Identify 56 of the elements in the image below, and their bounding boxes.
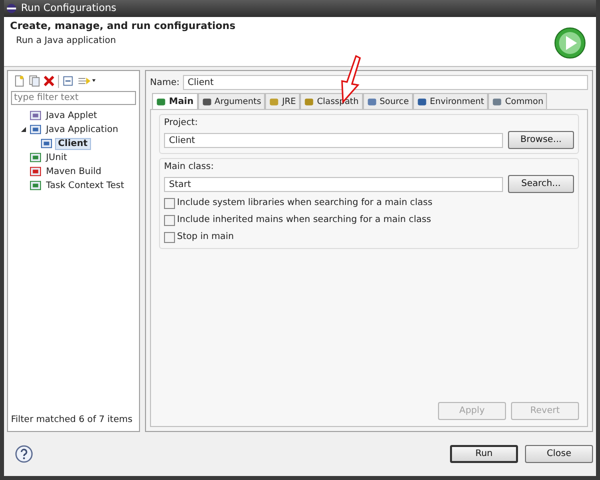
tab-icon <box>202 96 212 106</box>
main-class-field[interactable]: Start <box>164 176 503 192</box>
tab-icon <box>156 96 166 106</box>
checkbox[interactable] <box>164 232 175 242</box>
configuration-type-icon <box>30 124 41 135</box>
project-field[interactable]: Client <box>164 132 503 148</box>
tab-icon <box>304 96 314 106</box>
tree-item[interactable]: Maven Build <box>44 166 104 176</box>
dialog-subtitle: Run a Java application <box>15 36 118 46</box>
tab-icon <box>269 96 280 106</box>
tree-item[interactable]: JUnit <box>44 152 69 162</box>
window-title: Run Configurations <box>21 3 116 14</box>
tab[interactable]: Source <box>362 93 413 109</box>
filter-icon[interactable] <box>77 75 97 87</box>
configuration-type-icon <box>30 110 41 121</box>
tree-item[interactable]: Java Applet <box>44 110 100 120</box>
dialog-button[interactable]: Close <box>525 445 593 463</box>
tab-icon <box>416 96 427 106</box>
name-label: Name: <box>150 78 180 88</box>
expand-arrow-icon[interactable] <box>20 127 26 132</box>
main-class-label: Main class: <box>164 162 215 172</box>
configuration-type-icon <box>30 166 41 177</box>
tab[interactable]: Classpath <box>300 93 363 109</box>
checkbox[interactable] <box>164 198 175 208</box>
tab[interactable]: Environment <box>412 93 488 109</box>
configuration-type-icon <box>30 180 41 191</box>
configuration-type-icon <box>30 152 41 163</box>
checkbox-label[interactable]: Include system libraries when searching for a main class <box>177 198 432 208</box>
search-button[interactable]: Search... <box>508 175 574 193</box>
tree-item[interactable]: Task Context Test <box>44 180 126 190</box>
tab[interactable]: JRE <box>265 93 300 109</box>
dialog-title: Create, manage, and run configurations <box>10 21 236 32</box>
help-icon[interactable] <box>15 445 33 463</box>
duplicate-icon[interactable] <box>28 75 40 87</box>
browse-button[interactable]: Browse... <box>508 131 574 149</box>
checkbox-label[interactable]: Stop in main <box>177 232 234 242</box>
delete-icon[interactable] <box>43 75 55 87</box>
project-label: Project: <box>164 118 199 128</box>
tab[interactable]: Common <box>488 93 548 109</box>
tree-item[interactable]: Java Application <box>44 124 120 134</box>
run-icon <box>554 27 586 59</box>
configuration-icon <box>41 138 52 149</box>
tab[interactable]: Main <box>152 93 198 109</box>
checkbox[interactable] <box>164 214 175 226</box>
tab-icon <box>366 96 377 106</box>
collapse-all-icon[interactable] <box>62 75 74 87</box>
dialog-button[interactable]: Run <box>450 445 518 463</box>
tab-icon <box>492 96 502 106</box>
app-icon <box>6 3 17 14</box>
name-field[interactable]: Client <box>182 75 588 90</box>
filter-field[interactable]: type filter text <box>11 91 136 105</box>
tree-item[interactable]: Client <box>55 138 91 150</box>
new-configuration-icon[interactable] <box>13 75 25 87</box>
checkbox-label[interactable]: Include inherited mains when searching for a main class <box>177 215 432 225</box>
tab[interactable]: Arguments <box>198 93 266 109</box>
filter-status: Filter matched 6 of 7 items <box>11 414 134 427</box>
